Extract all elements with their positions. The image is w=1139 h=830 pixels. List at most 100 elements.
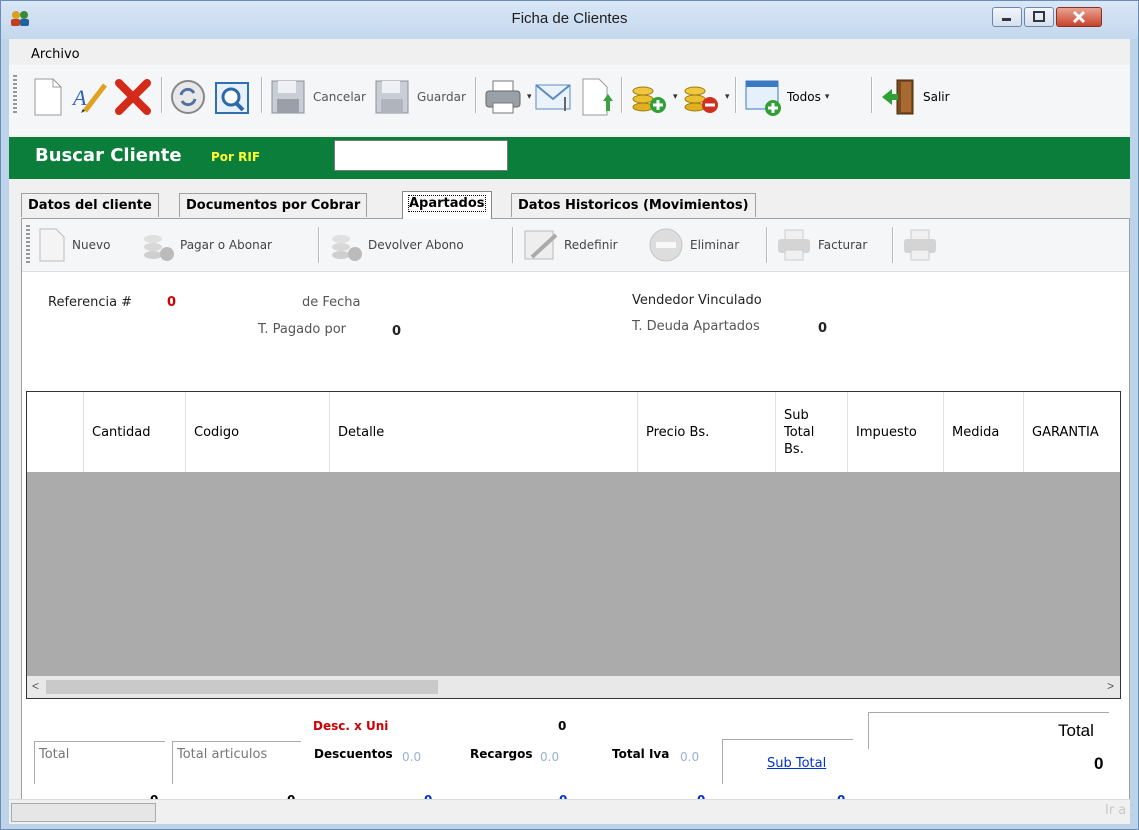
tab-datos-historicos[interactable]: Datos Historicos (Movimientos) <box>511 193 756 217</box>
list-add-icon <box>745 80 781 116</box>
search-button[interactable] <box>213 77 251 117</box>
maximize-button[interactable] <box>1024 7 1054 27</box>
main-toolbar: A Cancelar Guardar ▾ ▾ ▾ Todos ▾ Salir <box>9 65 1130 135</box>
status-bar: Ir a <box>9 799 1130 824</box>
delete-button[interactable] <box>113 77 153 117</box>
search-mode[interactable]: Por RIF <box>211 150 260 164</box>
total-iva-label: Total Iva <box>612 747 670 761</box>
document-export-icon <box>582 78 613 116</box>
column-cantidad[interactable]: Cantidad <box>84 392 186 472</box>
column-codigo[interactable]: Codigo <box>186 392 330 472</box>
toolbar-grip[interactable] <box>26 225 30 265</box>
new-document-icon <box>39 228 65 262</box>
facturar-button[interactable]: Facturar <box>776 227 867 263</box>
column-detalle[interactable]: Detalle <box>330 392 638 472</box>
remove-money-dropdown[interactable]: ▾ <box>681 77 730 117</box>
email-button[interactable] <box>533 77 575 117</box>
todos-label: Todos <box>787 90 821 104</box>
facturar-label: Facturar <box>818 238 868 252</box>
total-articulos-label: Total articulos <box>177 747 268 762</box>
devolver-abono-button[interactable]: Devolver Abono <box>328 227 464 263</box>
email-icon <box>535 84 571 111</box>
salir-label: Salir <box>923 90 950 104</box>
toolbar-separator <box>871 77 873 113</box>
menu-bar: Archivo <box>9 39 1130 65</box>
toolbar-separator <box>161 77 163 113</box>
rif-search-input[interactable] <box>334 140 508 171</box>
column-precio[interactable]: Precio Bs. <box>638 392 776 472</box>
refresh-icon <box>171 80 205 114</box>
tab-apartados[interactable]: Apartados <box>402 191 492 219</box>
column-medida[interactable]: Medida <box>944 392 1024 472</box>
menu-archivo[interactable]: Archivo <box>31 47 80 62</box>
cancelar-label: Cancelar <box>313 90 366 104</box>
toolbar-separator <box>621 77 623 113</box>
edit-button[interactable]: A <box>71 77 109 117</box>
scroll-right-icon[interactable]: > <box>1107 679 1114 693</box>
printer-icon <box>485 80 521 114</box>
chevron-down-icon: ▾ <box>725 92 730 102</box>
cancelar-button[interactable]: Cancelar <box>269 77 366 117</box>
apartados-panel: Nuevo Pagar o Abonar Devolver Abono Rede… <box>21 218 1135 823</box>
coins-remove-icon <box>684 86 718 113</box>
scroll-thumb[interactable] <box>46 680 438 694</box>
search-title: Buscar Cliente <box>35 145 182 166</box>
salir-button[interactable]: Salir <box>879 77 950 117</box>
toolbar-separator <box>261 77 263 113</box>
nuevo-label: Nuevo <box>72 238 111 252</box>
toolbar-separator <box>892 227 894 263</box>
floppy-cancel-icon <box>271 80 305 114</box>
todos-dropdown[interactable]: Todos ▾ <box>743 77 829 117</box>
add-money-dropdown[interactable]: ▾ <box>629 77 678 117</box>
deuda-label: T. Deuda Apartados <box>632 319 760 334</box>
new-document-icon <box>34 78 62 116</box>
coins-add-icon <box>144 235 174 261</box>
redefinir-label: Redefinir <box>564 238 618 252</box>
tab-documentos-cobrar[interactable]: Documentos por Cobrar <box>179 193 368 217</box>
scroll-left-icon[interactable]: < <box>32 679 39 693</box>
minimize-button[interactable] <box>992 7 1022 27</box>
coins-remove-icon <box>332 235 362 261</box>
toolbar-grip[interactable] <box>13 75 17 115</box>
column-impuesto[interactable]: Impuesto <box>848 392 944 472</box>
referencia-label: Referencia # <box>48 295 133 310</box>
chevron-down-icon: ▾ <box>673 92 678 102</box>
print-dropdown[interactable]: ▾ <box>483 77 532 117</box>
desc-uni-value: 0 <box>558 719 567 733</box>
column-subtotal[interactable]: Sub Total Bs. <box>776 392 848 472</box>
row-header-cell <box>27 392 84 472</box>
total-big-value: 0 <box>1094 754 1104 773</box>
subtotal-link[interactable]: Sub Total <box>767 756 826 771</box>
printer-icon <box>904 229 936 261</box>
activation-watermark-line2: Ir a <box>1105 803 1127 818</box>
eliminar-button[interactable]: Eliminar <box>648 227 739 263</box>
vendedor-label: Vendedor Vinculado <box>632 293 762 308</box>
tab-apartados-label: Apartados <box>408 195 486 212</box>
toolbar-separator <box>512 227 514 263</box>
recargos-value: 0.0 <box>540 750 560 764</box>
nuevo-button[interactable]: Nuevo <box>36 227 110 263</box>
export-button[interactable] <box>577 77 617 117</box>
apartados-toolbar: Nuevo Pagar o Abonar Devolver Abono Rede… <box>22 219 1129 272</box>
search-window-icon <box>215 82 249 114</box>
descuentos-value: 0.0 <box>402 750 422 764</box>
new-button[interactable] <box>29 77 65 117</box>
window: Ficha de Clientes Archivo A Cancelar Gua… <box>0 0 1139 830</box>
guardar-button[interactable]: Guardar <box>373 77 466 117</box>
print-button[interactable] <box>902 227 940 263</box>
tab-datos-cliente[interactable]: Datos del cliente <box>21 193 159 217</box>
pagado-value: 0 <box>392 324 402 339</box>
search-bar: Buscar Cliente Por RIF <box>9 137 1130 179</box>
close-button[interactable] <box>1056 7 1102 27</box>
grid-header: Cantidad Codigo Detalle Precio Bs. Sub T… <box>27 392 1120 472</box>
svg-text:A: A <box>71 85 87 110</box>
redefine-edit-icon <box>524 230 558 260</box>
horizontal-scrollbar[interactable]: < > <box>27 676 1120 698</box>
maximize-icon <box>1033 11 1045 22</box>
redefinir-button[interactable]: Redefinir <box>522 227 618 263</box>
refresh-button[interactable] <box>169 77 207 117</box>
pagar-abonar-button[interactable]: Pagar o Abonar <box>140 227 272 263</box>
status-progress <box>11 803 156 822</box>
apartados-grid[interactable]: Cantidad Codigo Detalle Precio Bs. Sub T… <box>26 391 1121 699</box>
column-garantia[interactable]: GARANTIA <box>1024 392 1120 472</box>
